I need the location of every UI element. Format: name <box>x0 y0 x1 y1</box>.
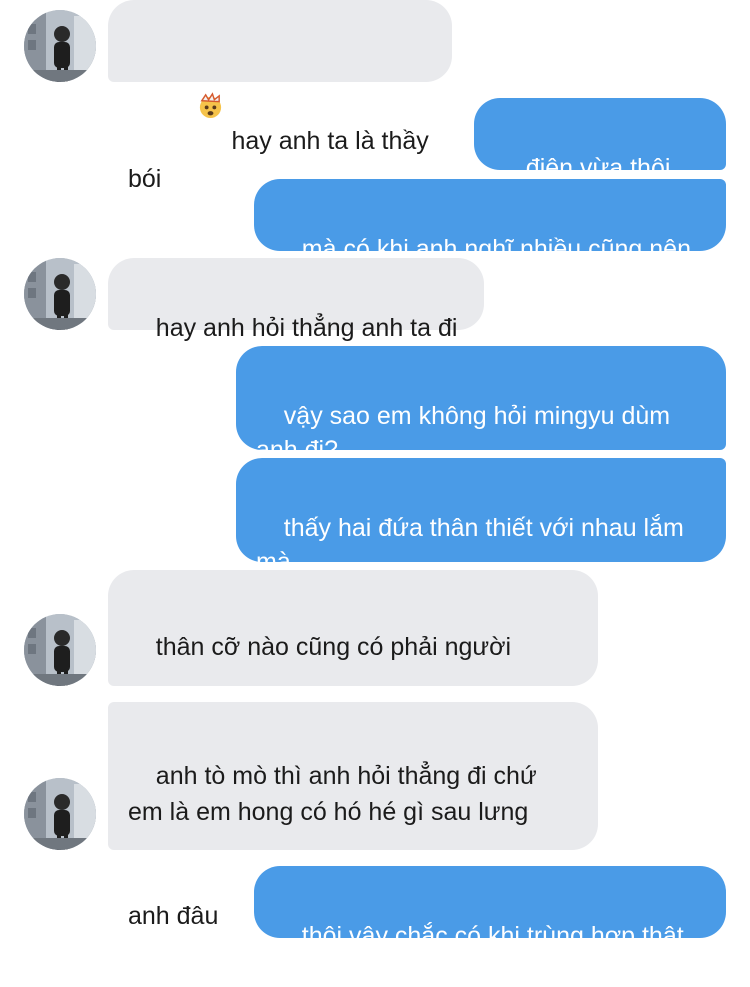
outgoing-message[interactable]: vậy sao em không hỏi mingyu dùm anh đi? <box>236 346 726 464</box>
avatar-photo <box>24 10 96 82</box>
outgoing-message[interactable]: thấy hai đứa thân thiết với nhau lắm mà <box>236 458 726 576</box>
contact-avatar[interactable] <box>24 258 96 330</box>
incoming-message[interactable]: hay anh ta là thầy bói <box>108 0 452 193</box>
outgoing-message[interactable]: thôi vậy chắc có khi trùng hợp thật <box>254 866 726 950</box>
avatar-photo <box>24 778 96 850</box>
message-text: hay anh hỏi thẳng anh ta đi <box>155 314 458 342</box>
incoming-message[interactable]: hay anh hỏi thẳng anh ta đi <box>108 258 484 342</box>
contact-avatar[interactable] <box>24 10 96 82</box>
exploding-head-icon <box>156 58 225 162</box>
outgoing-message[interactable]: mà có khi anh nghĩ nhiều cũng nên <box>254 179 726 263</box>
outgoing-message[interactable]: điên vừa thôi =)) <box>474 98 726 216</box>
message-text: thôi vậy chắc có khi trùng hợp thật <box>301 922 684 950</box>
incoming-message[interactable]: anh tò mò thì anh hỏi thẳng đi chứ em là… <box>108 702 598 930</box>
avatar-photo <box>24 614 96 686</box>
contact-avatar[interactable] <box>24 778 96 850</box>
contact-avatar[interactable] <box>24 614 96 686</box>
message-text: thấy hai đứa thân thiết với nhau lắm mà <box>256 514 684 576</box>
avatar-photo <box>24 258 96 330</box>
message-text: vậy sao em không hỏi mingyu dùm anh đi? <box>256 402 671 464</box>
chat-thread[interactable]: hay anh ta là thầy bói điên vừa thôi =))… <box>0 0 750 950</box>
incoming-message[interactable]: thân cỡ nào cũng có phải người trong cuộ… <box>108 570 598 771</box>
